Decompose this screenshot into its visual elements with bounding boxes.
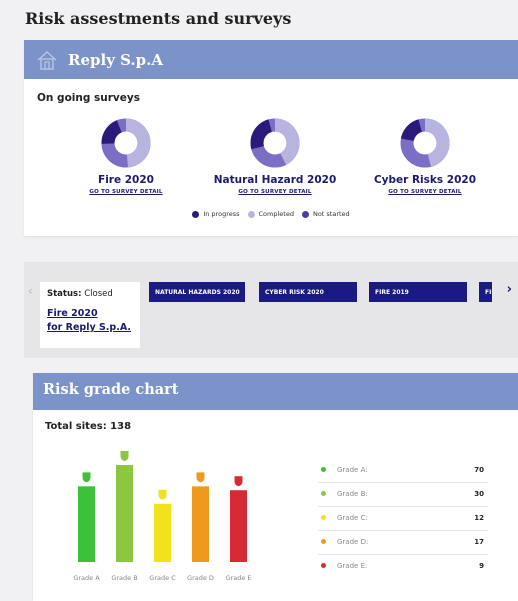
status-value: Closed (84, 289, 113, 299)
current-survey-title-line1: Fire 2020 (47, 308, 98, 319)
grade-axis-label: Grade E (226, 574, 252, 582)
legend-label: Not started (312, 210, 350, 218)
risk-grade-card: Risk grade chart Total sites: 138 Grade … (33, 373, 518, 601)
grade-legend-row: Grade C: 12 (318, 507, 488, 531)
grade-label: Grade A: (337, 466, 368, 474)
shield-icon (158, 489, 167, 500)
grade-legend-row: Grade B: 30 (318, 483, 488, 507)
survey-donut (250, 118, 300, 168)
grade-legend-row: Grade A: 70 (318, 459, 488, 483)
grade-dot (321, 491, 326, 496)
grade-value: 30 (474, 490, 484, 498)
legend-item: In progress (192, 210, 240, 218)
grade-axis-label: Grade B (111, 574, 137, 582)
grade-axis-label: Grade A (73, 574, 100, 582)
grade-dot (321, 515, 326, 520)
company-card: Reply S.p.A On going surveys Fire 2020 G… (24, 40, 518, 236)
shield-icon (234, 476, 243, 487)
survey-name[interactable]: Fire 2020 (51, 174, 201, 186)
grade-axis-label: Grade D (187, 574, 214, 582)
grade-value: 70 (474, 466, 484, 474)
survey-donut (101, 118, 151, 168)
legend-dot (301, 210, 309, 218)
current-survey-card[interactable]: Status: Closed Fire 2020 for Reply S.p.A… (40, 282, 140, 348)
survey-carousel: ‹ Status: Closed Fire 2020 for Reply S.p… (24, 262, 518, 358)
survey-name[interactable]: Natural Hazard 2020 (200, 174, 350, 186)
risk-grade-title: Risk grade chart (33, 373, 518, 410)
grade-legend-row: Grade D: 17 (318, 531, 488, 555)
status-line: Status: Closed (47, 289, 133, 299)
legend-label: In progress (203, 210, 240, 218)
survey-natural-hazard-2020: Natural Hazard 2020 GO TO SURVEY DETAIL (200, 118, 350, 195)
page-title: Risk assestments and surveys (25, 9, 292, 28)
risk-grade-bar-chart: Grade A Grade B Grade C Grade D Grade E (73, 451, 252, 582)
grade-axis-label: Grade C (149, 574, 176, 582)
tab-cyber-risk-2020[interactable]: CYBER RISK 2020 (259, 282, 357, 302)
shield-icon (82, 472, 91, 483)
survey-cyber-risks-2020: Cyber Risks 2020 GO TO SURVEY DETAIL (350, 118, 500, 195)
tab-fire-2019[interactable]: FIRE 2019 (369, 282, 467, 302)
grade-dot (321, 563, 326, 568)
company-header: Reply S.p.A (24, 40, 518, 79)
grade-label: Grade B: (337, 490, 368, 498)
company-name: Reply S.p.A (68, 50, 164, 69)
grade-value: 9 (479, 562, 484, 570)
current-survey-title[interactable]: Fire 2020 for Reply S.p.A. (47, 307, 133, 335)
go-to-survey-detail-link[interactable]: GO TO SURVEY DETAIL (200, 189, 350, 195)
ongoing-surveys-label: On going surveys (37, 92, 140, 104)
legend-dot (247, 210, 255, 218)
tab-fire-partial[interactable]: FIR (479, 282, 492, 302)
legend-item: Not started (301, 210, 350, 218)
survey-tabs: NATURAL HAZARDS 2020 CYBER RISK 2020 FIR… (149, 282, 492, 302)
total-sites: Total sites: 138 (45, 421, 132, 432)
grade-bar (78, 486, 95, 562)
survey-name[interactable]: Cyber Risks 2020 (350, 174, 500, 186)
legend-label: Completed (258, 210, 294, 218)
survey-fire-2020: Fire 2020 GO TO SURVEY DETAIL (51, 118, 201, 195)
chevron-right-icon[interactable]: › (507, 282, 512, 297)
tab-natural-hazards-2020[interactable]: NATURAL HAZARDS 2020 (149, 282, 245, 302)
survey-legend: In progress Completed Not started (24, 210, 518, 218)
go-to-survey-detail-link[interactable]: GO TO SURVEY DETAIL (51, 189, 201, 195)
grade-value: 17 (474, 538, 484, 546)
home-icon (37, 50, 57, 70)
grade-label: Grade C: (337, 514, 368, 522)
legend-item: Completed (247, 210, 294, 218)
go-to-survey-detail-link[interactable]: GO TO SURVEY DETAIL (350, 189, 500, 195)
grade-legend: Grade A: 70 Grade B: 30 Grade C: 12 Grade D… (318, 459, 488, 579)
grade-bar (116, 465, 133, 562)
grade-dot (321, 467, 326, 472)
grade-value: 12 (474, 514, 484, 522)
grade-label: Grade D: (337, 538, 369, 546)
legend-dot (192, 210, 200, 218)
grade-label: Grade E: (337, 562, 368, 570)
grade-bar (154, 503, 171, 562)
current-survey-title-line2: for Reply S.p.A. (47, 322, 131, 333)
status-label: Status: (47, 289, 82, 299)
grade-legend-row: Grade E: 9 (318, 555, 488, 579)
grade-bar (192, 486, 209, 562)
shield-icon (196, 472, 205, 483)
shield-icon (120, 451, 129, 461)
survey-donut (400, 118, 450, 168)
grade-dot (321, 539, 326, 544)
grade-bar (230, 490, 247, 562)
chevron-left-icon[interactable]: ‹ (28, 284, 33, 298)
